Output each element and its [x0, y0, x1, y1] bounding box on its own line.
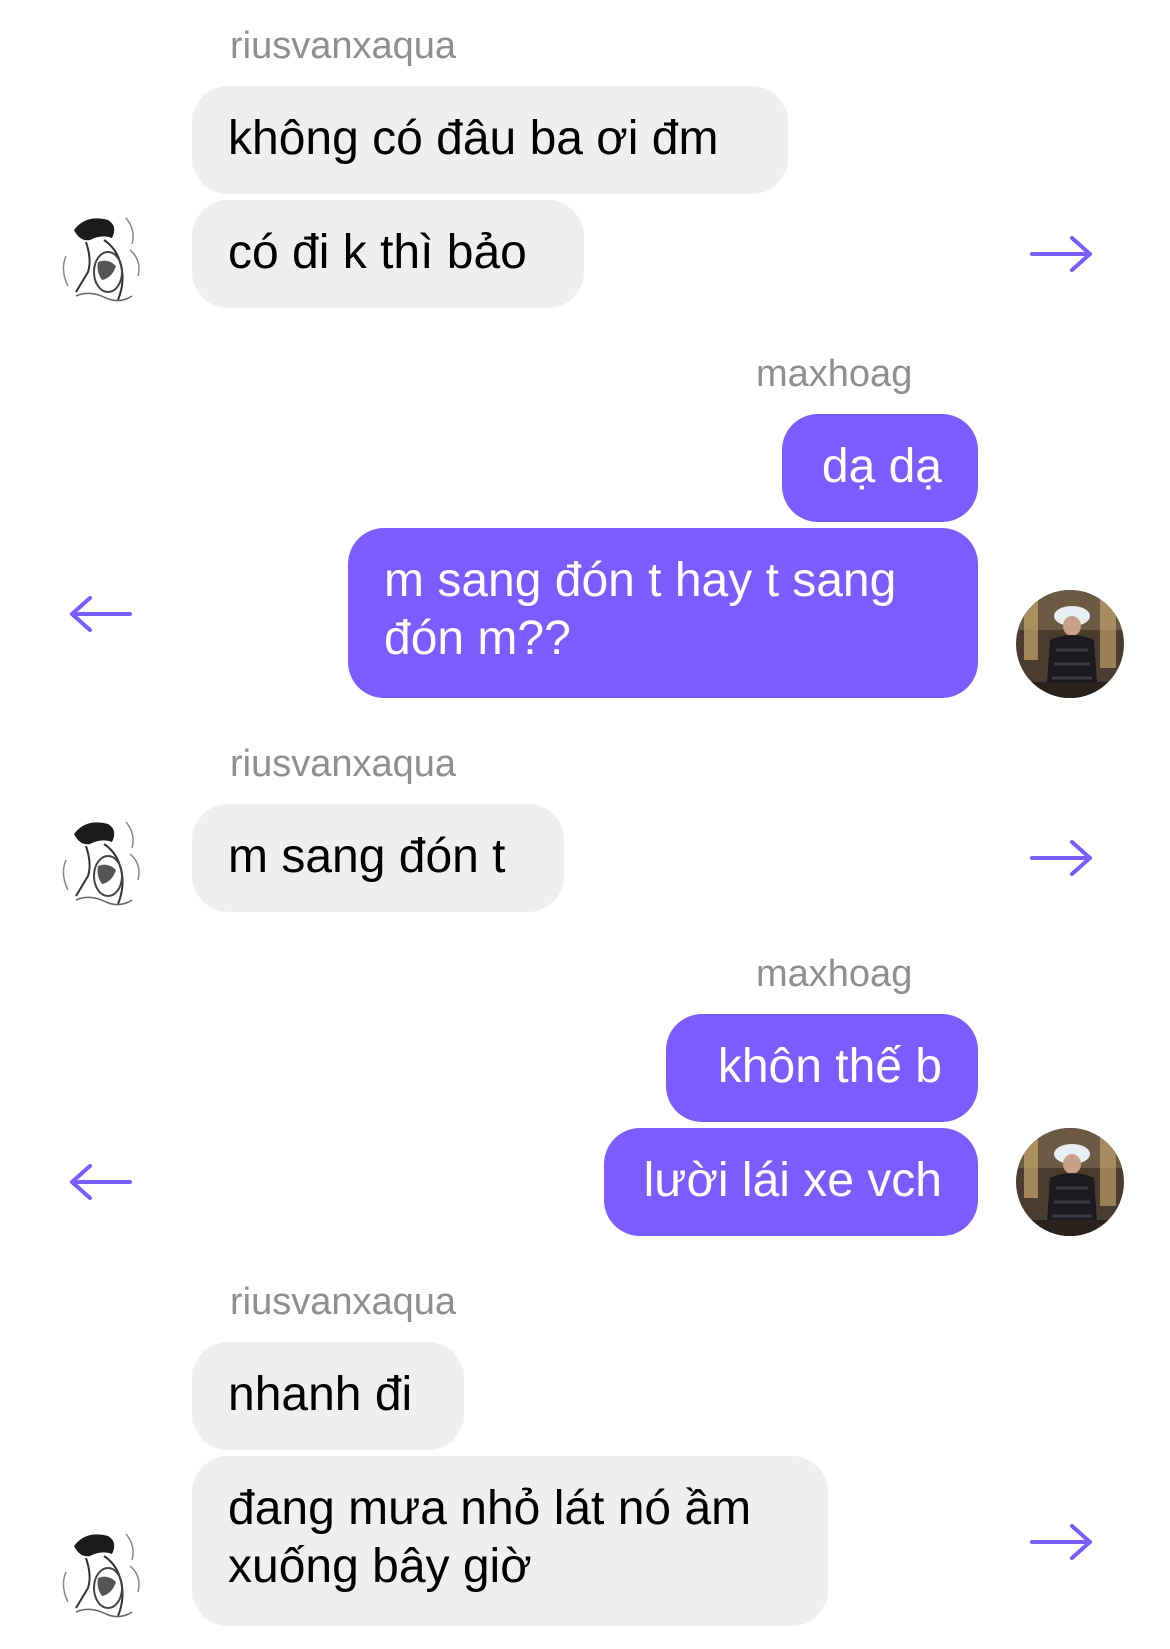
arrow-right-icon[interactable]: [1028, 234, 1096, 274]
message-bubble-outgoing[interactable]: lười lái xe vch: [604, 1128, 978, 1236]
sender-name: riusvanxaqua: [230, 25, 457, 67]
sketch-portrait-avatar[interactable]: [46, 804, 154, 912]
arrow-right-icon[interactable]: [1028, 838, 1096, 878]
arrow-left-icon[interactable]: [66, 594, 134, 634]
arrow-left-icon[interactable]: [66, 1162, 134, 1202]
message-bubble-incoming[interactable]: không có đâu ba ơi đm: [192, 86, 788, 194]
sender-name: riusvanxaqua: [230, 1281, 457, 1323]
message-bubble-outgoing[interactable]: dạ dạ: [782, 414, 978, 522]
sender-name: maxhoag: [756, 953, 913, 995]
message-bubble-outgoing[interactable]: m sang đón t hay t sang đón m??: [348, 528, 978, 698]
sketch-portrait-avatar[interactable]: [46, 1516, 154, 1624]
photo-avatar[interactable]: [1016, 590, 1124, 698]
message-bubble-incoming[interactable]: đang mưa nhỏ lát nó ầm xuống bây giờ: [192, 1456, 828, 1626]
sender-name: maxhoag: [756, 353, 913, 395]
sketch-portrait-avatar[interactable]: [46, 200, 154, 308]
sender-name: riusvanxaqua: [230, 743, 457, 785]
message-bubble-incoming[interactable]: m sang đón t: [192, 804, 564, 912]
message-bubble-outgoing[interactable]: khôn thế b: [666, 1014, 978, 1122]
photo-avatar[interactable]: [1016, 1128, 1124, 1236]
message-bubble-incoming[interactable]: nhanh đi: [192, 1342, 464, 1450]
message-bubble-incoming[interactable]: có đi k thì bảo: [192, 200, 584, 308]
chat-thread: riusvanxaqua không có đâu ba ơi đm có đi…: [0, 0, 1170, 1649]
arrow-right-icon[interactable]: [1028, 1522, 1096, 1562]
